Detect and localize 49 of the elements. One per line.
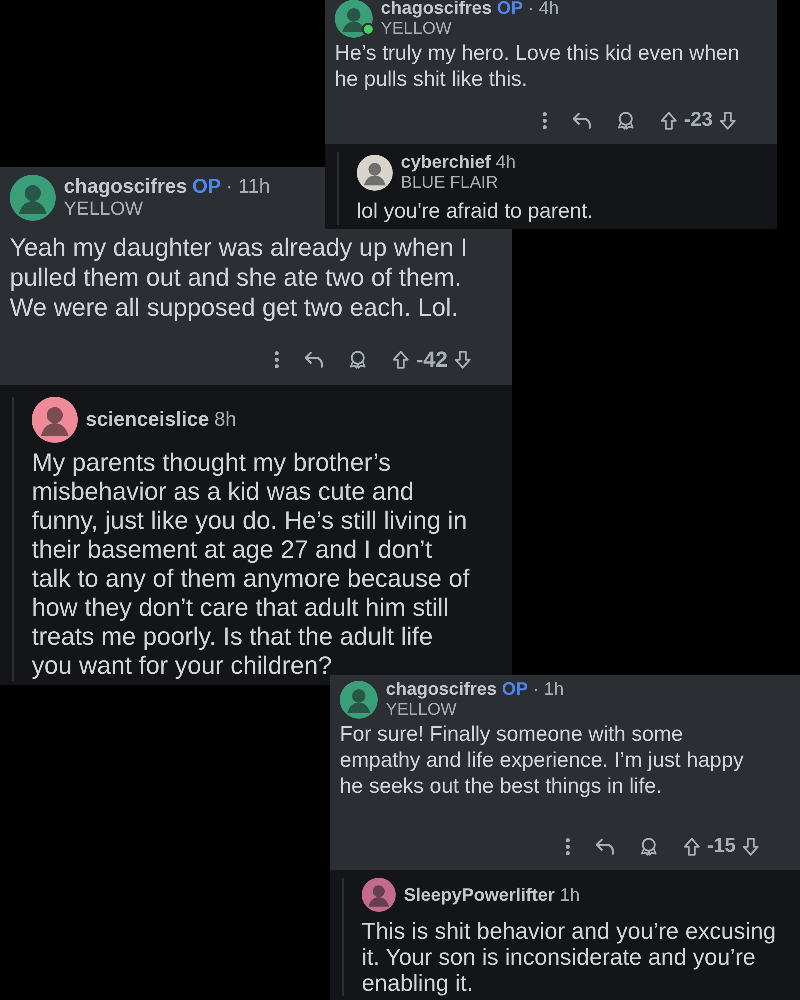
username[interactable]: chagoscifres — [386, 679, 498, 700]
downvote-icon[interactable] — [454, 350, 472, 370]
comment-text: lol you're afraid to parent. — [357, 199, 594, 225]
timestamp: 4h — [496, 152, 516, 173]
timestamp: 8h — [214, 408, 237, 432]
award-icon[interactable] — [616, 110, 636, 130]
timestamp: 1h — [560, 884, 580, 906]
avatar-icon — [362, 878, 396, 912]
username[interactable]: chagoscifres — [64, 176, 188, 198]
avatar-icon — [340, 680, 378, 718]
avatar-icon — [335, 0, 373, 38]
avatar-icon — [357, 154, 393, 190]
more-icon[interactable] — [565, 838, 572, 856]
username[interactable]: cyberchief — [401, 152, 492, 173]
award-icon[interactable] — [348, 350, 368, 370]
upvote-icon[interactable] — [683, 836, 702, 856]
timestamp: · 11h — [226, 176, 270, 198]
op-label: OP — [192, 176, 222, 198]
user-flair: YELLOW — [381, 19, 453, 39]
username[interactable]: SleepyPowerlifter — [404, 884, 556, 906]
avatar-icon — [10, 175, 56, 221]
downvote-icon[interactable] — [719, 110, 737, 130]
comment-text: Yeah my daughter was already up when I pulled them out and she ate two of them. We were all supposed get two each. Lol. — [10, 233, 469, 323]
upvote-icon[interactable] — [660, 110, 678, 130]
comment-text: He’s truly my hero. Love this kid even when he pulls shit like this. — [335, 41, 741, 93]
timestamp: · 1h — [533, 679, 564, 700]
more-icon[interactable] — [542, 112, 548, 130]
vote-score: -42 — [416, 347, 448, 373]
comment-text: For sure! Finally someone with some empathy and life experience. I’m just happy he seeks out the best things in life. — [340, 722, 745, 800]
user-flair: YELLOW — [386, 700, 458, 720]
avatar-icon — [32, 397, 78, 443]
vote-score: -15 — [707, 835, 736, 858]
username[interactable]: scienceislice — [86, 408, 210, 432]
reply-icon[interactable] — [304, 351, 324, 369]
user-flair: BLUE FLAIR — [401, 173, 500, 193]
award-icon[interactable] — [639, 836, 660, 856]
vote-score: -23 — [684, 109, 713, 132]
comment-text: This is shit behavior and you’re excusing it. Your son is inconsiderate and you’re enabling it. — [362, 918, 778, 996]
username[interactable]: chagoscifres — [381, 0, 492, 19]
downvote-icon[interactable] — [742, 836, 760, 856]
comment-text: My parents thought my brother’s misbehavior as a kid was cute and funny, just like you do. He’s still living in their basement at age 27 and I don’t talk to any of them anymore because of how they don’t care that adult him still treats me poorly. Is that the adult life you want for your children? — [32, 449, 471, 681]
reply-icon[interactable] — [572, 112, 592, 130]
upvote-icon[interactable] — [392, 350, 410, 370]
more-icon[interactable] — [274, 351, 280, 369]
timestamp: · 4h — [528, 0, 560, 19]
op-label: OP — [502, 679, 528, 700]
user-flair: YELLOW — [64, 198, 144, 220]
op-label: OP — [497, 0, 524, 19]
reply-icon[interactable] — [595, 838, 616, 856]
